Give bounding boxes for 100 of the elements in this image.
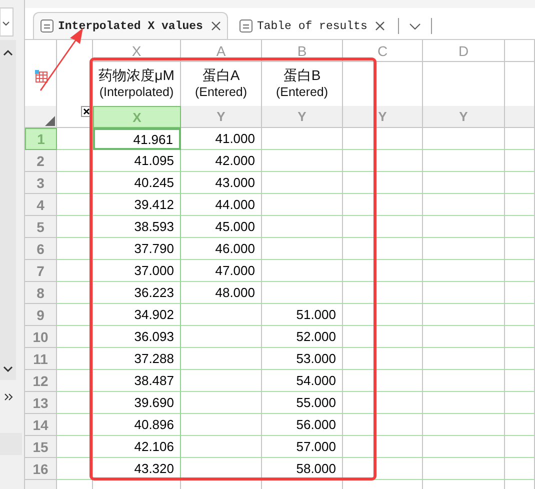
table-cell: 52.000 [262, 326, 343, 348]
table-cell [505, 348, 535, 370]
table-cell [505, 282, 535, 304]
table-cell: 41.000 [181, 128, 262, 150]
table-cell: 42.106 [93, 436, 181, 458]
table-cell [505, 150, 535, 172]
sheet-tab[interactable]: Interpolated X values [33, 12, 228, 39]
row-number[interactable]: 11 [25, 348, 57, 370]
column-type-header[interactable]: X [93, 106, 181, 128]
table-cell: 46.000 [181, 238, 262, 260]
table-cell [57, 150, 93, 172]
column-letter[interactable]: D [423, 40, 505, 62]
table-cell: 39.412 [93, 194, 181, 216]
table-cell [505, 370, 535, 392]
table-cell: 41.095 [93, 150, 181, 172]
row-number[interactable]: 12 [25, 370, 57, 392]
table-cell: 54.000 [262, 370, 343, 392]
table-cell: 37.288 [93, 348, 181, 370]
expand-icon[interactable] [4, 392, 14, 402]
column-subtitle: (Interpolated) [99, 84, 174, 101]
table-cell [57, 458, 93, 480]
table-cell: 57.000 [262, 436, 343, 458]
table-cell [505, 106, 535, 128]
sheet-icon [40, 19, 54, 33]
chevron-icon[interactable] [409, 23, 422, 31]
row-number[interactable]: 5 [25, 216, 57, 238]
tab-label: Table of results [256, 20, 368, 32]
column-title[interactable]: 蛋白A [202, 67, 240, 84]
scrollbar[interactable] [0, 40, 16, 380]
row-number[interactable]: 8 [25, 282, 57, 304]
table-cell: 41.961 [93, 128, 181, 150]
row-number[interactable]: 6 [25, 238, 57, 260]
column-type-header[interactable]: Y [423, 106, 505, 128]
table-cell [57, 304, 93, 326]
table-cell: 47.000 [181, 260, 262, 282]
table-cell: 36.093 [93, 326, 181, 348]
table-cell [505, 260, 535, 282]
row-number[interactable]: 3 [25, 172, 57, 194]
table-cell [505, 458, 535, 480]
table-cell [505, 238, 535, 260]
table-cell [57, 392, 93, 414]
table-cell: 48.000 [181, 282, 262, 304]
row-number[interactable]: 14 [25, 414, 57, 436]
close-icon[interactable] [375, 21, 386, 31]
table-cell [505, 392, 535, 414]
table-cell [57, 282, 93, 304]
table-cell [57, 172, 93, 194]
table-cell [505, 128, 535, 150]
table-cell: 37.790 [93, 238, 181, 260]
column-type-header[interactable]: Y [343, 106, 423, 128]
table-cell: 38.593 [93, 216, 181, 238]
row-number[interactable]: 7 [25, 260, 57, 282]
corner-icon[interactable] [44, 115, 56, 127]
row-number[interactable]: 1 [25, 128, 57, 150]
table-cell: 43.000 [181, 172, 262, 194]
table-cell [505, 326, 535, 348]
table-cell [505, 172, 535, 194]
column-letter[interactable]: C [343, 40, 423, 62]
table-cell [505, 304, 535, 326]
sheet-icon [238, 19, 253, 33]
table-cell: 44.000 [181, 194, 262, 216]
table-cell: 36.223 [93, 282, 181, 304]
column-type-header[interactable]: Y [181, 106, 262, 128]
table-cell: 40.245 [93, 172, 181, 194]
table-cell: 53.000 [262, 348, 343, 370]
table-cell: 38.487 [93, 370, 181, 392]
row-number[interactable]: 15 [25, 436, 57, 458]
table-cell [57, 414, 93, 436]
table-cell [57, 216, 93, 238]
close-icon[interactable] [210, 21, 221, 31]
column-subtitle: (Entered) [276, 84, 328, 101]
table-cell [505, 216, 535, 238]
row-number[interactable]: 10 [25, 326, 57, 348]
column-title[interactable]: 蛋白B [283, 67, 321, 84]
table-cell: 45.000 [181, 216, 262, 238]
table-cell [57, 370, 93, 392]
table-cell: 34.902 [93, 304, 181, 326]
table-cell: 40.896 [93, 414, 181, 436]
row-number[interactable]: 9 [25, 304, 57, 326]
table-cell [57, 436, 93, 458]
column-title[interactable]: 药物浓度μM [98, 67, 174, 84]
row-number[interactable]: 2 [25, 150, 57, 172]
table-cell [57, 348, 93, 370]
table-cell [505, 414, 535, 436]
table-cell [57, 326, 93, 348]
tab-label: Interpolated X values [58, 20, 203, 32]
table-cell: 39.690 [93, 392, 181, 414]
table-cell: 37.000 [93, 260, 181, 282]
table-cell [505, 194, 535, 216]
column-subtitle: (Entered) [194, 84, 248, 101]
row-number[interactable]: 4 [25, 194, 57, 216]
table-cell [57, 194, 93, 216]
column-type-header[interactable]: Y [262, 106, 343, 128]
table-cell: 56.000 [262, 414, 343, 436]
row-number[interactable]: 16 [25, 458, 57, 480]
sheet-tab[interactable]: Table of results [232, 12, 392, 39]
table-cell [57, 238, 93, 260]
row-number[interactable]: 13 [25, 392, 57, 414]
table-cell [505, 436, 535, 458]
table-cell [57, 260, 93, 282]
